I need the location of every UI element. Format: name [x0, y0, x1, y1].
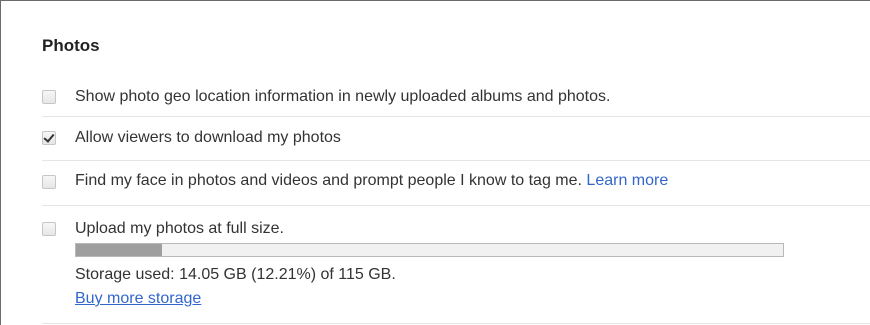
face-tagging-text-group: Find my face in photos and videos and pr…	[75, 172, 668, 190]
full-size-upload-setting-row: Upload my photos at full size. Storage u…	[42, 206, 870, 324]
photos-settings-panel: Photos Show photo geo location informati…	[0, 0, 870, 325]
storage-usage-fill	[76, 244, 163, 256]
storage-usage-summary: Storage used: 14.05 GB (12.21%) of 115 G…	[75, 266, 396, 283]
geo-location-checkbox[interactable]	[42, 90, 56, 104]
full-size-upload-checkbox[interactable]	[42, 222, 56, 236]
section-title: Photos	[42, 36, 100, 55]
allow-downloads-setting-row: Allow viewers to download my photos	[42, 117, 870, 161]
face-tagging-label: Find my face in photos and videos and pr…	[75, 172, 582, 189]
allow-downloads-checkbox[interactable]	[42, 131, 56, 145]
full-size-upload-label: Upload my photos at full size.	[75, 220, 284, 237]
face-tagging-checkbox[interactable]	[42, 175, 56, 189]
face-tagging-setting-row: Find my face in photos and videos and pr…	[42, 161, 870, 206]
learn-more-link[interactable]: Learn more	[586, 172, 668, 189]
buy-more-storage-link[interactable]: Buy more storage	[75, 290, 201, 308]
allow-downloads-label: Allow viewers to download my photos	[75, 129, 341, 146]
geo-location-label: Show photo geo location information in n…	[75, 88, 611, 105]
storage-usage-bar	[75, 243, 784, 257]
geo-location-setting-row: Show photo geo location information in n…	[42, 81, 870, 117]
